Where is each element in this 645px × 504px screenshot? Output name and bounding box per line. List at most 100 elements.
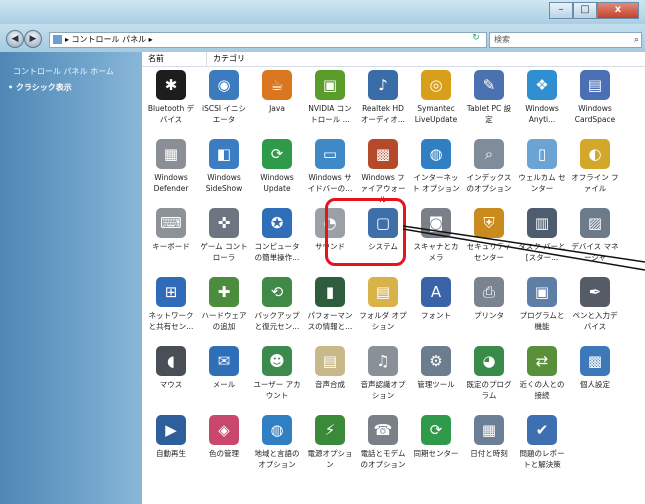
forward-button[interactable]: ▶ [24, 30, 42, 48]
back-button[interactable]: ◀ [6, 30, 24, 48]
control-panel-item[interactable]: ▦ 日付と時刻 [464, 415, 514, 459]
control-panel-item[interactable]: ◈ 色の管理 [199, 415, 249, 459]
item-label: 近くの人との接続 [519, 380, 565, 400]
item-icon: ▣ [315, 70, 345, 100]
control-panel-item[interactable]: ♪ Realtek HD オーディオ... [358, 70, 408, 125]
control-panel-item[interactable]: ◙ スキャナとカメラ [411, 208, 461, 263]
control-panel-item[interactable]: ▥ タスク バーと [スター... [517, 208, 567, 263]
control-panel-item[interactable]: ▤ フォルダ オプション [358, 277, 408, 332]
control-panel-item[interactable]: ⟲ バックアップと復元セン... [252, 277, 302, 332]
column-category[interactable]: カテゴリ [206, 52, 245, 66]
sidebar-classic-view[interactable]: • クラシック表示 [8, 82, 72, 93]
sidebar-home-link[interactable]: コントロール パネル ホーム [13, 66, 114, 77]
item-icon: ♫ [368, 346, 398, 376]
close-button[interactable]: x [597, 2, 639, 19]
item-label: 管理ツール [417, 380, 455, 389]
control-panel-item[interactable]: ◖ マウス [146, 346, 196, 390]
control-panel-item[interactable]: ⎙ プリンタ [464, 277, 514, 321]
item-label: ウェルカム センター [518, 173, 566, 193]
search-input[interactable]: 検索 ⌕ [489, 32, 642, 48]
item-icon: ▤ [368, 277, 398, 307]
control-panel-item[interactable]: ▣ プログラムと機能 [517, 277, 567, 332]
item-label: Windows SideShow [205, 173, 243, 193]
maximize-button[interactable]: □ [573, 2, 597, 19]
address-bar[interactable]: ▸ コントロール パネル ▸ [49, 32, 487, 48]
item-label: Java [269, 104, 285, 113]
column-name[interactable]: 名前 [148, 52, 164, 66]
control-panel-item[interactable]: ◍ 地域と言語のオプション [252, 415, 302, 470]
item-icon: ⌨ [156, 208, 186, 238]
control-panel-item[interactable]: ▯ ウェルカム センター [517, 139, 567, 194]
item-label: Symantec LiveUpdate [414, 104, 458, 124]
control-panel-item[interactable]: ◉ iSCSI イニシエータ [199, 70, 249, 125]
item-icon: ✚ [209, 277, 239, 307]
item-label: タスク バーと [スター... [518, 242, 566, 262]
control-panel-item[interactable]: ⚙ 管理ツール [411, 346, 461, 390]
search-icon[interactable]: ⌕ [634, 33, 639, 47]
item-label: プリンタ [474, 311, 504, 320]
control-panel-item[interactable]: ✜ ゲーム コントローラ [199, 208, 249, 263]
control-panel-item[interactable]: ✔ 問題のレポートと解決策 [517, 415, 567, 470]
item-icon: ◧ [209, 139, 239, 169]
control-panel-item[interactable]: ☎ 電話とモデムのオプション [358, 415, 408, 470]
item-label: パフォーマンスの情報と... [307, 311, 353, 331]
control-panel-item[interactable]: ✎ Tablet PC 設定 [464, 70, 514, 125]
control-panel-item[interactable]: ◎ Symantec LiveUpdate [411, 70, 461, 125]
control-panel-item[interactable]: ✱ Bluetooth デバイス [146, 70, 196, 125]
control-panel-item[interactable]: ⌕ インデックスのオプション [464, 139, 514, 194]
control-panel-item[interactable]: ⛨ セキュリティ センター [464, 208, 514, 263]
refresh-icon[interactable]: ↻ [469, 33, 483, 45]
control-panel-item[interactable]: ✉ メール [199, 346, 249, 390]
control-panel-item[interactable]: ⟳ Windows Update [252, 139, 302, 194]
item-label: 音声合成 [315, 380, 345, 389]
minimize-button[interactable]: – [549, 2, 573, 19]
control-panel-item[interactable]: ▣ NVIDIA コントロール ... [305, 70, 355, 125]
control-panel-icon [53, 35, 62, 44]
item-icon: ✜ [209, 208, 239, 238]
item-icon: ◐ [580, 139, 610, 169]
item-icon: ▩ [580, 346, 610, 376]
search-placeholder: 検索 [494, 35, 510, 44]
item-label: インターネット オプション [412, 173, 460, 193]
control-panel-item[interactable]: ▨ デバイス マネージャ [570, 208, 620, 263]
item-icon: ✔ [527, 415, 557, 445]
control-panel-item[interactable]: ◕ 既定のプログラム [464, 346, 514, 401]
item-icon: ▣ [527, 277, 557, 307]
item-label: Tablet PC 設定 [466, 104, 512, 124]
control-panel-item[interactable]: ▩ 個人設定 [570, 346, 620, 390]
control-panel-item[interactable]: ♫ 音声認識オプション [358, 346, 408, 401]
control-panel-item[interactable]: ▶ 自動再生 [146, 415, 196, 459]
control-panel-item[interactable]: ☕ Java [252, 70, 302, 114]
control-panel-item[interactable]: ✒ ペンと入力デバイス [570, 277, 620, 332]
item-icon: ◎ [421, 70, 451, 100]
control-panel-item[interactable]: ▤ Windows CardSpace [570, 70, 620, 125]
control-panel-item[interactable]: ☻ ユーザー アカウント [252, 346, 302, 401]
control-panel-item[interactable]: ⚡ 電源オプション [305, 415, 355, 470]
control-panel-item[interactable]: ⌨ キーボード [146, 208, 196, 252]
item-label: スキャナとカメラ [413, 242, 459, 262]
item-icon: ⟳ [262, 139, 292, 169]
control-panel-item[interactable]: ✚ ハードウェアの追加 [199, 277, 249, 332]
item-label: ハードウェアの追加 [201, 311, 247, 331]
control-panel-item[interactable]: A フォント [411, 277, 461, 321]
item-icon: ⛨ [474, 208, 504, 238]
item-label: オフライン ファイル [571, 173, 619, 193]
item-label: Windows サイドバーの... [307, 173, 353, 193]
control-panel-item[interactable]: ⇄ 近くの人との接続 [517, 346, 567, 401]
item-label: 電源オプション [307, 449, 353, 469]
control-panel-item[interactable]: ◧ Windows SideShow [199, 139, 249, 194]
control-panel-item[interactable]: ❖ Windows Anyti... [517, 70, 567, 125]
control-panel-item[interactable]: ▮ パフォーマンスの情報と... [305, 277, 355, 332]
control-panel-item[interactable]: ▦ Windows Defender [146, 139, 196, 194]
control-panel-item[interactable]: ✪ コンピュータの簡単操作... [252, 208, 302, 263]
control-panel-item[interactable]: ◐ オフライン ファイル [570, 139, 620, 194]
control-panel-item[interactable]: ◍ インターネット オプション [411, 139, 461, 194]
highlight-box [325, 198, 406, 266]
address-path: ▸ コントロール パネル ▸ [65, 35, 153, 44]
control-panel-item[interactable]: ⊞ ネットワークと共有セン... [146, 277, 196, 332]
control-panel-item[interactable]: ▤ 音声合成 [305, 346, 355, 390]
control-panel-item[interactable]: ⟳ 同期センター [411, 415, 461, 459]
control-panel-item[interactable]: ▩ Windows ファイアウォール [358, 139, 408, 205]
control-panel-item[interactable]: ▭ Windows サイドバーの... [305, 139, 355, 194]
item-label: ゲーム コントローラ [200, 242, 248, 262]
